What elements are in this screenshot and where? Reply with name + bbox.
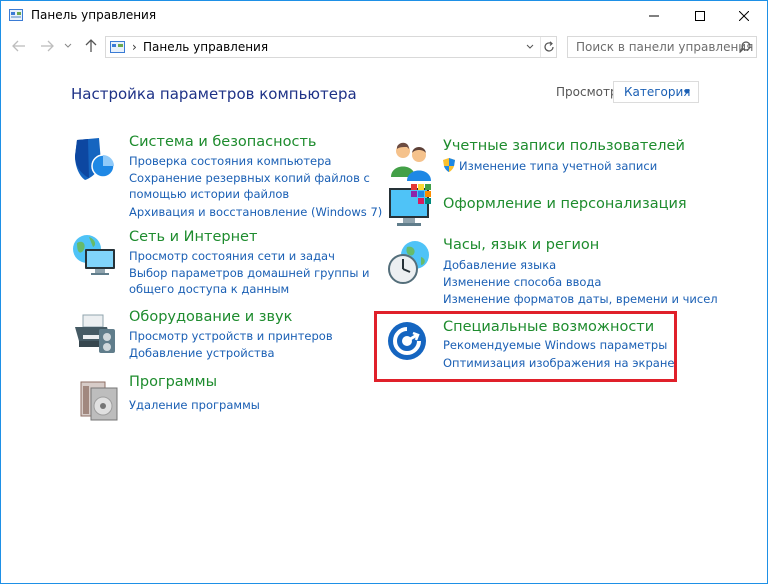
chevron-down-icon [64, 43, 72, 48]
dropdown-arrow-icon [684, 90, 690, 94]
minimize-button[interactable] [631, 1, 677, 31]
maximize-button[interactable] [677, 1, 723, 31]
arrow-right-icon [41, 40, 54, 52]
title-bar[interactable]: Панель управления [1, 1, 767, 31]
link-add-device[interactable]: Добавление устройства [129, 345, 275, 361]
control-panel-icon [9, 9, 23, 21]
search-placeholder: Поиск в панели управления [576, 40, 754, 54]
link-backup-restore[interactable]: Архивация и восстановление (Windows 7) [129, 204, 382, 220]
control-panel-window: Панель управления › Панель управления По… [0, 0, 768, 584]
page-title: Настройка параметров компьютера [71, 85, 357, 103]
programs-icon[interactable] [71, 376, 119, 424]
arrow-up-icon [85, 39, 97, 52]
search-box[interactable]: Поиск в панели управления [567, 36, 757, 58]
arrow-left-icon [12, 40, 25, 52]
category-title[interactable]: Часы, язык и регион [443, 237, 599, 253]
refresh-button[interactable] [540, 37, 556, 57]
chevron-down-icon [526, 44, 534, 49]
minimize-icon [649, 15, 659, 17]
clock-globe-icon[interactable] [387, 239, 435, 287]
view-by-dropdown[interactable]: Категория [613, 81, 699, 103]
link-file-history[interactable]: Сохранение резервных копий файлов с [129, 170, 370, 186]
highlight-box [374, 311, 677, 382]
category-title[interactable]: Система и безопасность [129, 134, 316, 150]
breadcrumb[interactable]: Панель управления [143, 40, 268, 54]
recent-locations-button[interactable] [63, 38, 73, 54]
link-check-status[interactable]: Проверка состояния компьютера [129, 153, 331, 169]
forward-button[interactable] [39, 38, 55, 54]
link-homegroup[interactable]: Выбор параметров домашней группы и [129, 265, 370, 281]
link-change-account-type[interactable]: Изменение типа учетной записи [459, 158, 657, 174]
search-icon[interactable] [738, 40, 752, 54]
link-date-time-formats[interactable]: Изменение форматов даты, времени и чисел [443, 291, 718, 307]
users-icon[interactable] [387, 139, 435, 187]
maximize-icon [695, 11, 705, 21]
category-title[interactable]: Оборудование и звук [129, 309, 292, 325]
category-title[interactable]: Учетные записи пользователей [443, 138, 685, 154]
link-uninstall-program[interactable]: Удаление программы [129, 397, 260, 413]
uac-shield-icon [443, 158, 455, 172]
breadcrumb-separator: › [132, 40, 137, 54]
navigation-bar: › Панель управления Поиск в панели управ… [1, 31, 767, 61]
close-button[interactable] [721, 1, 767, 31]
security-shield-icon[interactable] [71, 136, 119, 184]
control-panel-icon [110, 41, 125, 53]
view-by-value: Категория [624, 85, 691, 99]
close-icon [739, 11, 749, 21]
address-bar[interactable]: › Панель управления [105, 36, 557, 58]
up-button[interactable] [83, 38, 99, 54]
category-title[interactable]: Сеть и Интернет [129, 229, 257, 245]
address-history-button[interactable] [522, 37, 538, 57]
category-title[interactable]: Оформление и персонализация [443, 196, 687, 212]
link-file-history-cont[interactable]: помощью истории файлов [129, 186, 289, 202]
window-title: Панель управления [31, 8, 157, 22]
link-add-language[interactable]: Добавление языка [443, 257, 556, 273]
printer-icon[interactable] [71, 311, 119, 359]
link-devices-printers[interactable]: Просмотр устройств и принтеров [129, 328, 333, 344]
view-label: Просмотр: [556, 85, 622, 99]
network-globe-icon[interactable] [71, 231, 119, 279]
back-button[interactable] [11, 38, 27, 54]
refresh-icon [543, 41, 554, 52]
link-input-method[interactable]: Изменение способа ввода [443, 274, 601, 290]
link-network-status[interactable]: Просмотр состояния сети и задач [129, 248, 335, 264]
personalization-icon[interactable] [387, 184, 435, 232]
link-homegroup-cont[interactable]: общего доступа к данным [129, 281, 289, 297]
category-title[interactable]: Программы [129, 374, 217, 390]
